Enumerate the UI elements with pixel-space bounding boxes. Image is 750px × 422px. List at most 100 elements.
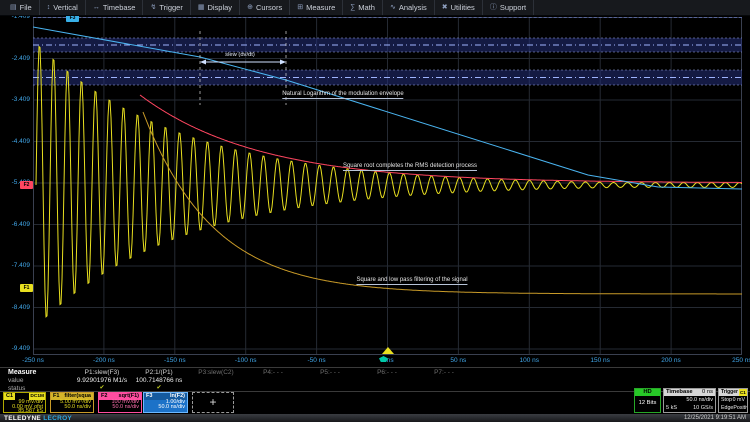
menu-timebase[interactable]: ↔Timebase [86,0,144,15]
p7-name: P7:- - - [389,369,499,377]
ln-annotation: Natural Logarithm of the modulation enve… [282,91,403,99]
teledyne-lecroy-logo: TELEDYNE LECROY [4,415,72,422]
f1-label: F1 [53,393,59,400]
f3-descriptor-box-selected[interactable]: F3 ln(F2) 1.00/div 50.0 ns/div [143,392,188,413]
measure-icon: ⊞ [297,4,303,11]
c1-descriptor-box[interactable]: C1 DC1M 99 mV/div 0.00 mV ofst 85.587 kS [3,392,46,413]
trigger-slope: Positive [733,404,748,412]
menu-timebase-label: Timebase [103,3,136,12]
x-tick: 0 ns [367,357,407,364]
menu-utilities[interactable]: ✖Utilities [435,0,483,15]
analysis-icon: ∿ [390,4,396,11]
waveform-grid[interactable]: slew (dv/dt) Natural Logarithm of the mo… [33,17,742,355]
f2-level-indicator[interactable]: F2 [20,181,33,189]
menu-cursors[interactable]: ⊕Cursors [240,0,290,15]
x-tick: 250 ns [722,357,750,364]
menu-cursors-label: Cursors [256,3,282,12]
cursors-icon: ⊕ [247,4,253,11]
f1-descriptor-box[interactable]: F1 filter(squa 5.00 mV²/div 50.0 ns/div [50,392,94,413]
arrow-head-right [280,60,286,65]
menu-measure[interactable]: ⊞Measure [290,0,343,15]
menu-trigger-label: Trigger [159,3,182,12]
filter-annotation: Square and low pass filtering of the sig… [356,277,467,285]
grid-lines [33,17,742,355]
p3-value [161,377,271,385]
menu-analysis[interactable]: ∿Analysis [383,0,435,15]
y-tick: -6.409 [0,220,30,229]
f1-level-indicator[interactable]: F1 [20,284,33,292]
trigger-label: Trigger [721,389,738,396]
trigger-mode: Stop [721,396,732,404]
vertical-icon: ↕ [47,4,51,11]
y-tick: -7.409 [0,261,30,270]
menu-bar: ▤File ↕Vertical ↔Timebase ↯Trigger ▦Disp… [0,0,750,16]
trigger-level: 0 mV [733,396,745,404]
menu-support[interactable]: ⓘSupport [483,0,534,15]
timebase-offset: 0 ns [702,389,713,396]
menu-vertical[interactable]: ↕Vertical [40,0,86,15]
oscilloscope-screen: ▤File ↕Vertical ↔Timebase ↯Trigger ▦Disp… [0,0,750,422]
y-tick: -9.409 [0,344,30,353]
f2-descriptor-box[interactable]: F2 sqrt(F1) 100 mV/div 50.0 ns/div [98,392,142,413]
c1-label: C1 [4,393,15,400]
measure-separator-top [0,367,750,368]
f2-label: F2 [101,393,107,400]
y-tick: -4.409 [0,137,30,146]
param-p7[interactable]: P7:- - - [389,369,499,377]
hd-label: HD [635,389,660,396]
upper-gate-dashed-line [33,17,742,18]
math-icon: ∑ [350,4,355,11]
x-tick: 200 ns [651,357,691,364]
datetime: 12/25/2021 9:19:51 AM [684,415,746,421]
status-bar: TELEDYNE LECROY 12/25/2021 9:19:51 AM [0,414,750,422]
menu-support-label: Support [500,3,526,12]
support-icon: ⓘ [490,4,497,11]
trigger-source-badge: C1 [739,389,747,396]
trigger-icon: ↯ [150,4,156,11]
arrow-head-left [200,60,206,65]
trigger-type: Edge [721,404,733,412]
rms-annotation: Square root completes the RMS detection … [343,163,477,171]
f1-tdiv: 50.0 ns/div [53,405,91,410]
menu-display-label: Display [207,3,232,12]
x-tick: -100 ns [226,357,266,364]
timebase-scale: 50.0 ns/div [686,396,713,404]
x-tick: 50 ns [438,357,478,364]
utilities-icon: ✖ [442,4,448,11]
menu-file-label: File [20,3,32,12]
value-row-label: value [8,377,24,384]
file-icon: ▤ [10,4,17,11]
menu-measure-label: Measure [306,3,335,12]
x-tick: 150 ns [580,357,620,364]
f3-label: F3 [146,393,152,400]
timebase-box[interactable]: Timebase 0 ns 50.0 ns/div 5 kS 10 GS/s [663,388,716,413]
menu-analysis-label: Analysis [399,3,427,12]
y-tick: -8.409 [0,303,30,312]
x-tick: -200 ns [84,357,124,364]
trigger-time-marker[interactable] [382,347,394,354]
timebase-label: Timebase [666,389,693,396]
y-tick: -3.409 [0,95,30,104]
x-tick: -150 ns [155,357,195,364]
menu-math[interactable]: ∑Math [343,0,383,15]
menu-trigger[interactable]: ↯Trigger [143,0,190,15]
hd-mode-box[interactable]: HD 12 Bits [634,388,661,413]
measure-row-label: Measure [8,369,36,376]
menu-display[interactable]: ▦Display [191,0,240,15]
menu-utilities-label: Utilities [451,3,475,12]
add-trace-button[interactable]: + [192,392,234,413]
menu-vertical-label: Vertical [53,3,78,12]
timebase-icon: ↔ [93,4,100,11]
x-tick: -50 ns [297,357,337,364]
trigger-box[interactable]: Trigger C1 DC Stop 0 mV Edge Positive [718,388,748,413]
brand-lecroy: LECROY [43,415,72,422]
slew-annotation-label: slew (dv/dt) [225,52,255,58]
y-tick: -2.409 [0,54,30,63]
waveform-svg [33,17,742,355]
f2-tdiv: 50.0 ns/div [101,405,139,410]
x-tick: -250 ns [13,357,53,364]
menu-file[interactable]: ▤File [3,0,40,15]
brand-teledyne: TELEDYNE [4,415,41,422]
timebase-samplerate: 10 GS/s [693,404,713,412]
display-icon: ▦ [198,4,205,11]
